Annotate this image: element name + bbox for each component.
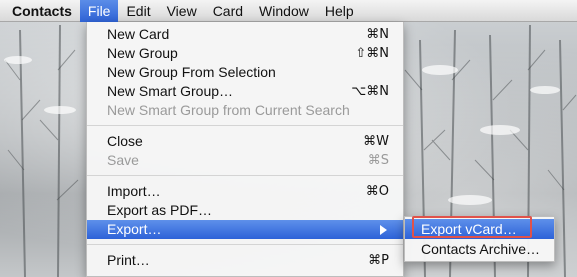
submenu-item-contacts-archive[interactable]: Contacts Archive… — [405, 239, 554, 259]
menu-item-import[interactable]: Import… ⌘O — [87, 182, 403, 201]
menubar-view[interactable]: View — [159, 0, 205, 22]
menubar-window[interactable]: Window — [251, 0, 317, 22]
file-menu: New Card ⌘N New Group ⇧⌘N New Group From… — [86, 22, 404, 277]
menu-item-new-card[interactable]: New Card ⌘N — [87, 25, 403, 44]
menu-item-export-as-pdf[interactable]: Export as PDF… — [87, 201, 403, 220]
menubar-help[interactable]: Help — [317, 0, 362, 22]
menu-item-new-group[interactable]: New Group ⇧⌘N — [87, 44, 403, 63]
submenu-item-label: Contacts Archive… — [421, 241, 541, 257]
menu-separator — [87, 175, 403, 176]
menu-item-label: New Group From Selection — [107, 64, 276, 80]
menubar-edit[interactable]: Edit — [118, 0, 158, 22]
menu-item-shortcut: ⌘S — [367, 153, 389, 168]
menu-item-label: New Smart Group from Current Search — [107, 102, 350, 118]
menu-item-label: Close — [107, 133, 143, 149]
menu-item-new-smart-group[interactable]: New Smart Group… ⌥⌘N — [87, 82, 403, 101]
menu-item-shortcut: ⌘N — [366, 27, 389, 42]
menubar-file[interactable]: File — [79, 0, 119, 22]
menu-item-label: Save — [107, 152, 139, 168]
menu-item-new-group-from-selection[interactable]: New Group From Selection — [87, 63, 403, 82]
menu-item-label: Export… — [107, 221, 162, 237]
menu-item-close[interactable]: Close ⌘W — [87, 132, 403, 151]
menu-item-save: Save ⌘S — [87, 151, 403, 170]
menu-item-shortcut: ⌘O — [365, 184, 389, 199]
submenu-arrow-icon — [380, 225, 387, 235]
menu-item-shortcut: ⌘P — [368, 253, 389, 268]
menu-item-new-smart-group-from-search: New Smart Group from Current Search — [87, 101, 403, 120]
menu-item-label: Import… — [107, 183, 161, 199]
menu-item-export[interactable]: Export… — [87, 220, 403, 239]
menu-item-shortcut: ⇧⌘N — [355, 46, 389, 61]
menubar-card[interactable]: Card — [205, 0, 251, 22]
annotation-highlight-box — [412, 216, 532, 238]
menubar-app-contacts[interactable]: Contacts — [0, 0, 80, 22]
menu-item-label: New Smart Group… — [107, 83, 234, 99]
menu-item-print[interactable]: Print… ⌘P — [87, 251, 403, 270]
menu-item-label: Export as PDF… — [107, 202, 213, 218]
menu-bar: Contacts File Edit View Card Window Help — [0, 0, 577, 22]
menu-item-label: New Group — [107, 45, 178, 61]
menu-separator — [87, 244, 403, 245]
menu-item-label: New Card — [107, 26, 170, 42]
menu-item-label: Print… — [107, 252, 150, 268]
menu-item-shortcut: ⌘W — [363, 134, 389, 149]
menu-item-shortcut: ⌥⌘N — [351, 84, 389, 99]
menu-separator — [87, 125, 403, 126]
